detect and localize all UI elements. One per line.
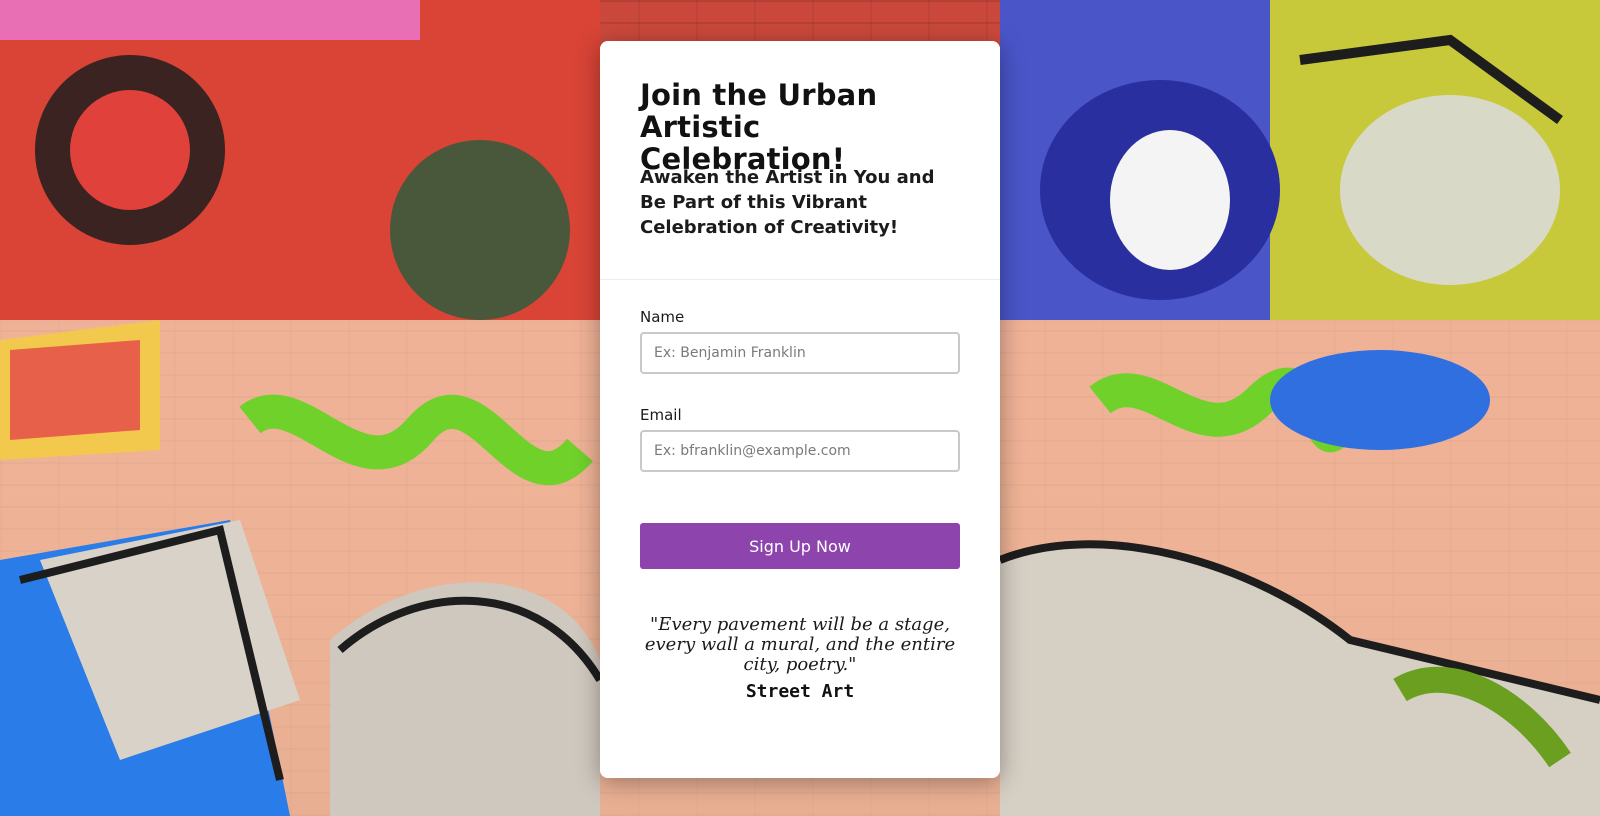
sign-up-button[interactable]: Sign Up Now [640,523,960,569]
signup-card-header: Join the Urban Artistic Celebration! Awa… [600,41,1000,280]
email-input[interactable] [640,430,960,472]
name-input[interactable] [640,332,960,374]
email-label: Email [640,406,682,424]
signup-card: Join the Urban Artistic Celebration! Awa… [600,41,1000,778]
quote-source: Street Art [745,681,855,702]
name-label: Name [640,308,685,326]
quote-text: "Every pavement will be a stage, every w… [644,614,956,675]
page-title: Join the Urban Artistic Celebration! [640,78,878,176]
page-subtitle: Awaken the Artist in You and Be Part of … [640,167,935,238]
